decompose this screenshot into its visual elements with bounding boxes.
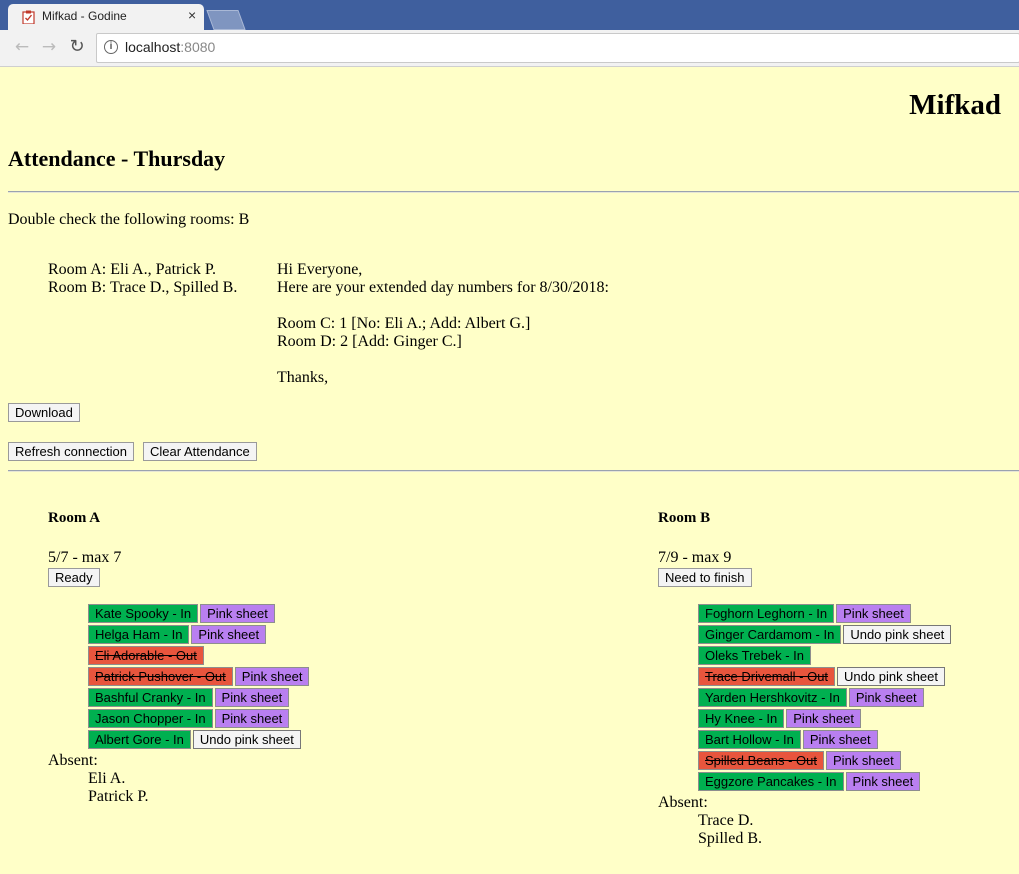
kid-list: Kate Spooky - In Pink sheet Helga Ham - In… [88,604,310,751]
pink-sheet-button[interactable]: Pink sheet [845,772,921,791]
forward-arrow-icon[interactable]: → [38,36,60,58]
kid-row: Yarden Hershkovitz - In Pink sheet [698,688,951,709]
kid-list: Foghorn Leghorn - In Pink sheet Ginger Car… [698,604,952,793]
pink-sheet-button[interactable]: Pink sheet [234,667,310,686]
info-icon[interactable]: i [104,40,118,54]
address-bar[interactable]: i localhost:8080 [96,33,1019,63]
pink-sheet-button[interactable]: Pink sheet [214,688,290,707]
browser-toolbar: ← → ↻ i localhost:8080 [0,30,1019,67]
message-line [277,351,609,369]
pink-sheet-button[interactable]: Pink sheet [836,604,911,623]
kid-row: Ginger Cardamom - In Undo pink sheet [698,625,952,646]
absent-list: Trace D. Spilled B. [698,812,762,848]
pink-sheet-button[interactable]: Pink sheet [214,709,290,728]
undo-pink-sheet-button[interactable]: Undo pink sheet [192,730,301,749]
kid-row: Foghorn Leghorn - In Pink sheet [698,604,951,625]
absent-summary-line: Room B: Trace D., Spilled B. [48,279,238,296]
kid-row: Eggzore Pancakes - In Pink sheet [698,772,951,793]
kid-toggle-button[interactable]: Eggzore Pancakes - In [698,772,844,791]
kid-row: Bashful Cranky - In Pink sheet [88,688,309,709]
kid-row: Spilled Beans - Out Pink sheet [698,751,951,772]
clear-attendance-button[interactable]: Clear Attendance [143,442,257,461]
kid-toggle-button[interactable]: Foghorn Leghorn - In [698,604,835,623]
absent-name: Eli A. [88,770,126,787]
pink-sheet-button[interactable]: Pink sheet [191,625,267,644]
room-title: Room B [658,510,711,526]
kid-toggle-button[interactable]: Helga Ham - In [88,625,190,644]
pink-sheet-button[interactable]: Pink sheet [848,688,924,707]
kid-toggle-button[interactable]: Kate Spooky - In [88,604,199,623]
undo-pink-sheet-button[interactable]: Undo pink sheet [837,667,945,686]
absent-label: Absent: [48,752,98,769]
url-host: localhost [125,39,181,55]
kid-row: Eli Adorable - Out [88,646,309,667]
kid-row: Jason Chopper - In Pink sheet [88,709,309,730]
browser-tab[interactable]: Mifkad - Godine × [8,4,204,30]
room-status-button[interactable]: Need to finish [658,568,752,587]
message-line: Thanks, [277,369,329,386]
kid-toggle-button[interactable]: Trace Drivemall - Out [698,667,836,686]
title-bar: Mifkad - Godine × [0,0,1019,30]
url-text: localhost:8080 [125,39,215,55]
kid-toggle-button[interactable]: Patrick Pushover - Out [88,667,233,686]
kid-toggle-button[interactable]: Hy Knee - In [698,709,785,728]
kid-row: Trace Drivemall - Out Undo pink sheet [698,667,951,688]
kid-toggle-button[interactable]: Jason Chopper - In [88,709,213,728]
url-port: :8080 [180,39,216,55]
room-status-button[interactable]: Ready [48,568,100,587]
kid-toggle-button[interactable]: Bashful Cranky - In [88,688,213,707]
divider [8,191,1019,193]
absent-name: Trace D. [698,812,754,829]
kid-row: Hy Knee - In Pink sheet [698,709,951,730]
attendance-heading: Attendance - Thursday [8,146,226,171]
extended-day-message: Hi Everyone, Here are your extended day … [277,261,609,387]
kid-toggle-button[interactable]: Oleks Trebek - In [698,646,811,665]
double-check-notice: Double check the following rooms: B [8,211,250,228]
pink-sheet-button[interactable]: Pink sheet [200,604,275,623]
refresh-connection-button[interactable]: Refresh connection [8,442,135,461]
room-count: 7/9 - max 9 [658,549,732,566]
room-count: 5/7 - max 7 [48,549,122,566]
absent-summary-line: Room A: Eli A., Patrick P. [48,261,217,278]
kid-row: Patrick Pushover - Out Pink sheet [88,667,310,688]
message-line: Room C: 1 [No: Eli A.; Add: Albert G.] [277,315,531,332]
undo-pink-sheet-button[interactable]: Undo pink sheet [843,625,952,644]
back-arrow-icon[interactable]: ← [11,36,33,58]
browser-chrome: Mifkad - Godine × ← → ↻ i localhost:8080 [0,0,1019,67]
kid-toggle-button[interactable]: Ginger Cardamom - In [698,625,842,644]
pink-sheet-button[interactable]: Pink sheet [802,730,878,749]
tab-title: Mifkad - Godine [42,9,127,23]
kid-row: Albert Gore - In Undo pink sheet [88,730,309,751]
absent-summary: Room A: Eli A., Patrick P. Room B: Trace… [48,261,237,297]
message-line: Here are your extended day numbers for 8… [277,279,609,296]
kid-toggle-button[interactable]: Eli Adorable - Out [88,646,204,665]
kid-toggle-button[interactable]: Albert Gore - In [88,730,191,749]
kid-row: Oleks Trebek - In [698,646,951,667]
new-tab-button[interactable] [206,10,246,30]
kid-row: Bart Hollow - In Pink sheet [698,730,951,751]
page-content: Mifkad Attendance - Thursday Double chec… [0,66,1019,874]
room-title: Room A [48,510,101,526]
message-line: Room D: 2 [Add: Ginger C.] [277,333,462,350]
reload-icon[interactable]: ↻ [66,36,88,58]
pink-sheet-button[interactable]: Pink sheet [826,751,901,770]
absent-name: Spilled B. [698,830,763,847]
message-line [277,297,609,315]
absent-label: Absent: [658,794,708,811]
app-title: Mifkad [909,89,1001,121]
clipboard-icon [22,10,35,24]
absent-name: Patrick P. [88,788,149,805]
kid-toggle-button[interactable]: Spilled Beans - Out [698,751,825,770]
kid-toggle-button[interactable]: Yarden Hershkovitz - In [698,688,847,707]
kid-row: Kate Spooky - In Pink sheet [88,604,309,625]
kid-toggle-button[interactable]: Bart Hollow - In [698,730,801,749]
absent-list: Eli A. Patrick P. [88,770,148,806]
kid-row: Helga Ham - In Pink sheet [88,625,309,646]
message-line: Hi Everyone, [277,261,363,278]
close-tab-icon[interactable]: × [188,7,196,23]
download-button[interactable]: Download [8,403,80,422]
divider [8,470,1019,472]
pink-sheet-button[interactable]: Pink sheet [786,709,861,728]
